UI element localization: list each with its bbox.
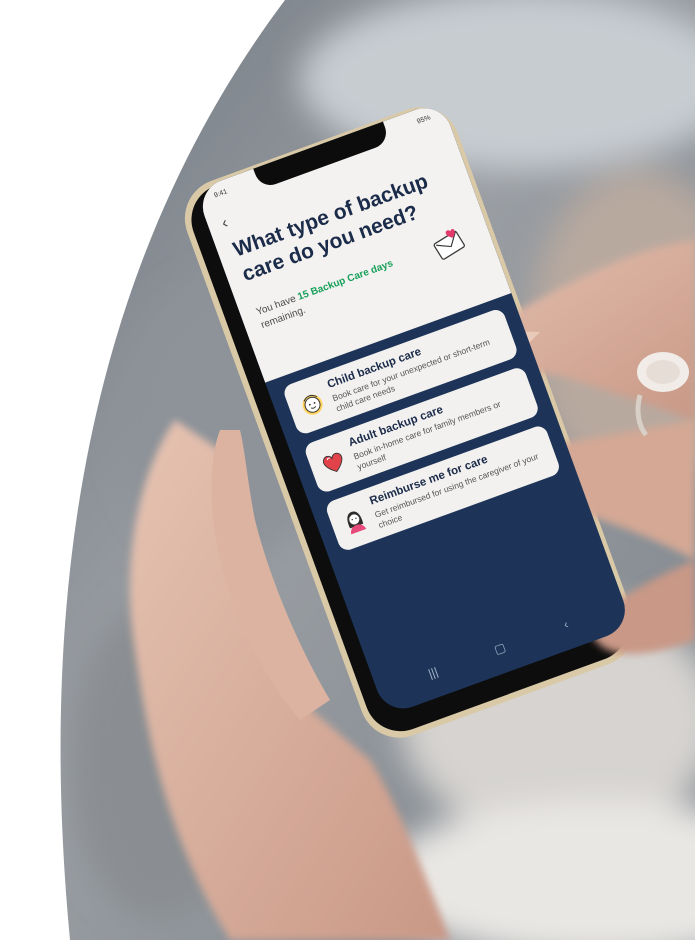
- child-face-icon: [302, 394, 323, 415]
- status-battery: 95%: [416, 114, 432, 126]
- backup-days-highlight: 15 Backup Care days: [296, 258, 395, 303]
- chevron-left-icon[interactable]: ‹: [219, 214, 230, 232]
- recents-icon[interactable]: |||: [426, 664, 440, 680]
- home-icon[interactable]: ▢: [492, 640, 507, 657]
- heart-icon: [322, 452, 343, 472]
- caregiver-portrait-icon: [347, 511, 367, 535]
- status-time: 9:41: [213, 188, 229, 200]
- back-icon[interactable]: ‹: [562, 617, 571, 632]
- envelope-heart-icon: [433, 228, 465, 260]
